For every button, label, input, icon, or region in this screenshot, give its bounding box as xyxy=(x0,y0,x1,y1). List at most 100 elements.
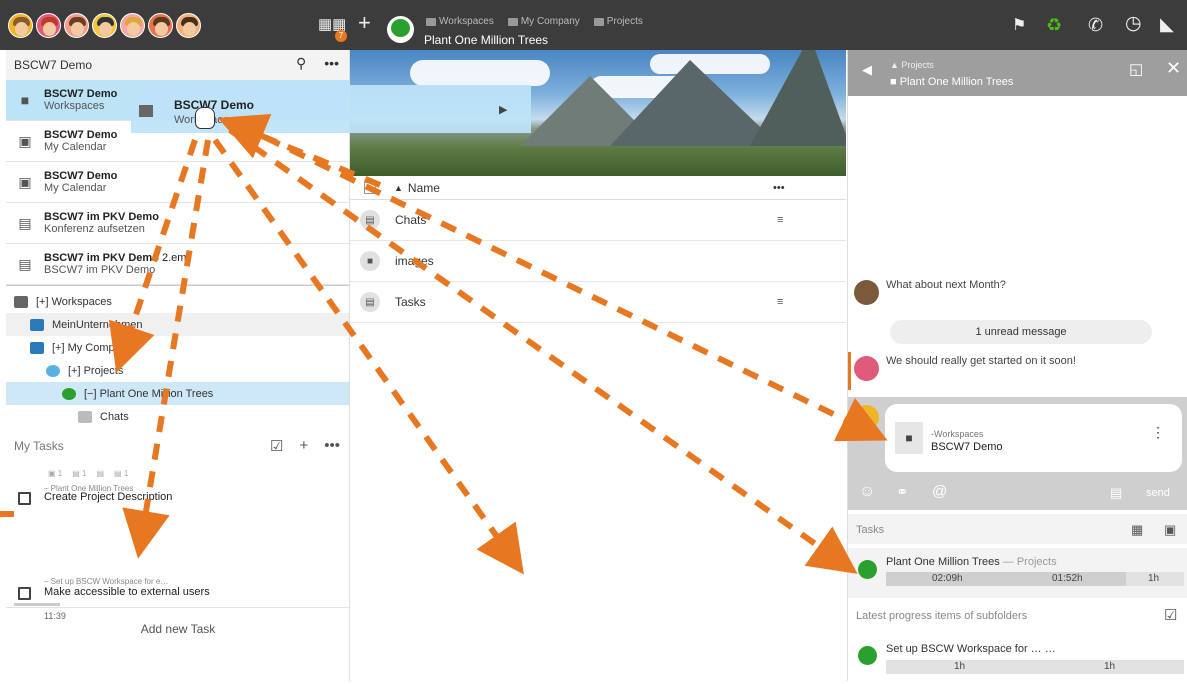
list-item[interactable]: ▤ Tasks ≡ xyxy=(350,282,846,323)
task-progress-title: Set up BSCW Workspace for … … xyxy=(886,643,1056,655)
task-check-icon[interactable]: ☑ xyxy=(1164,606,1177,624)
mention-icon[interactable]: @ xyxy=(932,483,947,500)
recent-item-title: BSCW7 im PKV Demo xyxy=(44,211,159,223)
unread-messages-banner[interactable]: 1 unread message xyxy=(890,320,1152,344)
add-icon[interactable]: + xyxy=(358,12,371,34)
name-column-header[interactable]: Name xyxy=(408,181,440,195)
task-item[interactable]: – Set up BSCW Workspace for e… Make acce… xyxy=(6,521,350,621)
gantt-view-icon[interactable]: ▦ xyxy=(1131,522,1143,538)
time-remaining: 01:52h xyxy=(1052,573,1083,584)
task-title: Make accessible to external users xyxy=(44,586,210,598)
task-counts: ▣ 1 ▤ 1 ▤ ▤ 1 xyxy=(48,469,128,478)
attachment-count: ▣ 1 xyxy=(48,469,63,478)
task-title: Create Project Description xyxy=(44,491,173,503)
sort-ascending-icon[interactable]: ▲ xyxy=(394,183,403,193)
workspace-tree: [+] Workspaces MeinUnternehmen [+] My Co… xyxy=(6,286,349,428)
clock-icon[interactable]: ◷ xyxy=(1125,14,1142,33)
emoji-icon[interactable]: ☺ xyxy=(859,483,875,501)
avatar[interactable] xyxy=(8,13,33,38)
select-all-checkbox[interactable] xyxy=(364,181,376,194)
recent-item-subtitle: My Calendar xyxy=(44,182,107,194)
recent-item[interactable]: ▣ BSCW7 Demo My Calendar xyxy=(6,162,349,203)
row-menu-icon[interactable]: ≡ xyxy=(777,214,783,226)
phone-icon[interactable]: ✆ xyxy=(1088,16,1103,34)
breadcrumb-my-company[interactable]: My Company xyxy=(507,16,580,27)
tree-node-chats[interactable]: Chats xyxy=(6,405,349,428)
add-task-icon[interactable]: + xyxy=(299,437,308,455)
avatar[interactable] xyxy=(176,13,201,38)
navigation-header: BSCW7 Demo ⚲ ••• xyxy=(6,50,349,80)
calendar-view-icon[interactable]: ▣ xyxy=(1164,522,1176,538)
search-icon[interactable]: ⚲ xyxy=(296,55,306,72)
tree-node-label: [+] Workspaces xyxy=(36,295,112,308)
navigation-title: BSCW7 Demo xyxy=(14,58,93,72)
tree-node-label: [−] Plant One Million Trees xyxy=(84,387,214,400)
task-progress-item[interactable]: Set up BSCW Workspace for … … 1h 1h xyxy=(848,634,1187,684)
tree-node-my-company[interactable]: [+] My Company xyxy=(6,336,349,359)
avatar[interactable] xyxy=(854,280,879,305)
attach-icon[interactable]: ⚭ xyxy=(896,483,909,501)
list-more-icon[interactable]: ••• xyxy=(773,182,785,194)
more-icon[interactable]: ••• xyxy=(324,437,340,455)
tasks-section-header: Tasks ▦ ▣ xyxy=(848,514,1187,544)
document-count: ▤ xyxy=(96,469,105,478)
message-format-icon[interactable]: ▤ xyxy=(1110,485,1122,501)
folder-icon xyxy=(507,17,518,26)
workspace-tree-icon[interactable] xyxy=(387,16,414,43)
more-icon[interactable]: ••• xyxy=(324,55,339,72)
workspaces-icon xyxy=(14,295,28,308)
task-time-bar: 02:09h 01:52h 1h xyxy=(886,572,1184,586)
avatar[interactable] xyxy=(854,405,879,430)
open-external-icon[interactable]: ◱ xyxy=(1129,60,1143,78)
avatar[interactable] xyxy=(120,13,145,38)
time-spent: 02:09h xyxy=(932,573,963,584)
recent-item-title: BSCW7 Demo xyxy=(44,170,118,182)
tree-icon xyxy=(62,387,76,400)
expand-arrow-icon: ▶ xyxy=(499,104,508,116)
recent-item[interactable]: ▤ BSCW7 im PKV Demo Konferenz aufsetzen xyxy=(6,203,349,244)
bell-icon[interactable]: ⚑ xyxy=(1012,17,1026,35)
avatar[interactable] xyxy=(854,356,879,381)
close-icon[interactable]: ✕ xyxy=(1166,58,1181,79)
recent-item-title: BSCW7 Demo xyxy=(44,88,118,100)
avatar[interactable] xyxy=(64,13,89,38)
tree-icon xyxy=(858,560,877,579)
recent-item-subtitle: Konferenz aufsetzen xyxy=(44,223,145,235)
avatar[interactable] xyxy=(92,13,117,38)
folder-icon: ■ xyxy=(20,92,30,108)
person-icon xyxy=(30,318,44,331)
tree-node-meinunternehmen[interactable]: MeinUnternehmen xyxy=(6,313,349,336)
checkbox-icon[interactable]: ☑ xyxy=(270,437,283,455)
drag-ghost: BSCW7 Demo Workspaces ▶ xyxy=(131,85,531,133)
tree-node-label: [+] My Company xyxy=(52,341,133,354)
task-checkbox[interactable] xyxy=(18,492,31,505)
tree-node-plant-one-million-trees[interactable]: [−] Plant One Million Trees xyxy=(6,382,349,405)
tree-node-projects[interactable]: [+] Projects xyxy=(6,359,349,382)
list-item[interactable]: ▤ Chats ≡ xyxy=(350,200,846,241)
task-time-bar: 1h 1h xyxy=(886,660,1184,674)
attachment-card[interactable]: ■ -Workspaces BSCW7 Demo ⋮ xyxy=(885,404,1182,472)
task-item[interactable]: ▣ 1 ▤ 1 ▤ ▤ 1 – Plant One Million Trees … xyxy=(6,461,350,521)
task-progress-item[interactable]: Plant One Million Trees — Projects 02:09… xyxy=(848,548,1187,598)
row-menu-icon[interactable]: ≡ xyxy=(777,296,783,308)
attachment-menu-icon[interactable]: ⋮ xyxy=(1151,424,1165,441)
add-new-task-button[interactable]: Add new Task xyxy=(6,607,350,647)
task-checkbox[interactable] xyxy=(18,587,31,600)
drag-ghost-title: BSCW7 Demo xyxy=(174,98,255,112)
breadcrumb-workspaces[interactable]: Workspaces xyxy=(426,16,494,27)
avatar[interactable] xyxy=(36,13,61,38)
calendar-icon: ▣ xyxy=(18,173,32,190)
tree-node-workspaces[interactable]: [+] Workspaces xyxy=(6,290,349,313)
calendar-icon: ▣ xyxy=(18,132,32,149)
list-item[interactable]: ■ images xyxy=(350,241,846,282)
task-progress-title: Plant One Million Trees — Projects xyxy=(886,556,1057,568)
recent-item[interactable]: ▤ BSCW7 im PKV Demo 2.eml BSCW7 im PKV De… xyxy=(6,244,349,285)
bscw-logo-icon[interactable]: ◣ xyxy=(1160,15,1174,33)
send-button[interactable]: send xyxy=(1146,487,1170,499)
breadcrumb-projects[interactable]: Projects xyxy=(593,16,643,27)
collapse-icon[interactable]: ◀ xyxy=(862,62,872,78)
recycle-icon[interactable]: ♻ xyxy=(1046,16,1062,34)
project-icon xyxy=(46,364,60,377)
top-bar: ▦▦ 7 + Workspaces My Company Projects Pl… xyxy=(0,0,1187,50)
avatar[interactable] xyxy=(148,13,173,38)
